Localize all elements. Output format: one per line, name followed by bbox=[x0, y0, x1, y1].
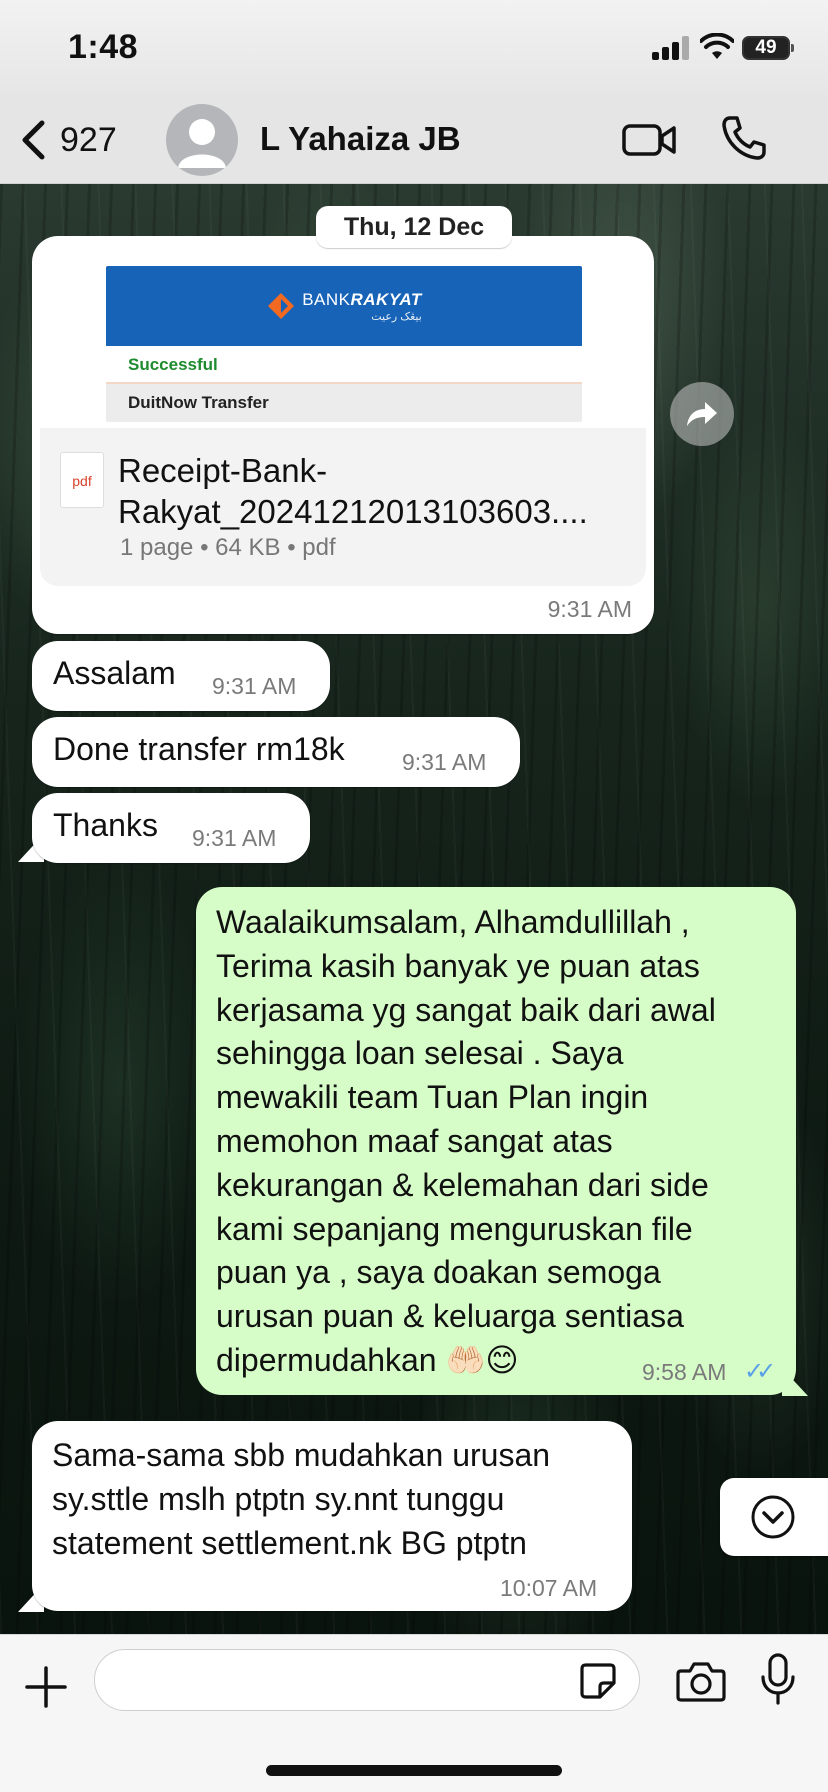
forward-button[interactable] bbox=[670, 382, 734, 446]
composer-bar bbox=[0, 1634, 828, 1792]
incoming-message[interactable]: Thanks 9:31 AM bbox=[32, 793, 310, 863]
status-bar: 1:48 49 bbox=[0, 0, 828, 96]
document-message[interactable]: BANKRAKYAT بيڠک رعيت Successful DuitNow … bbox=[32, 236, 654, 634]
avatar[interactable] bbox=[166, 104, 238, 176]
message-text: Assalam bbox=[53, 655, 176, 691]
incoming-message[interactable]: Done transfer rm18k 9:31 AM bbox=[32, 717, 520, 787]
date-separator: Thu, 12 Dec bbox=[316, 206, 512, 248]
chevron-down-circle-icon bbox=[751, 1495, 795, 1539]
message-time: 9:58 AM bbox=[642, 1359, 727, 1385]
incoming-message[interactable]: Sama-sama sbb mudahkan urusan sy.sttle m… bbox=[32, 1421, 632, 1611]
document-meta: 1 page • 64 KB • pdf bbox=[120, 534, 336, 561]
message-time: 9:31 AM bbox=[547, 596, 632, 622]
microphone-icon[interactable] bbox=[760, 1653, 796, 1705]
forward-arrow-icon bbox=[687, 402, 717, 426]
receipt-transfer-type: DuitNow Transfer bbox=[106, 384, 582, 422]
message-time: 9:31 AM bbox=[212, 673, 297, 699]
document-file-name: Receipt-Bank-Rakyat_20241212013103603...… bbox=[118, 452, 588, 530]
read-receipt-icon: ✓✓ bbox=[744, 1358, 776, 1385]
contact-name[interactable]: L Yahaiza JB bbox=[260, 120, 461, 158]
bank-name-jawi: بيڠک رعيت bbox=[371, 310, 422, 323]
outgoing-message[interactable]: Waalaikumsalam, Alhamdullillah , Terima … bbox=[196, 887, 796, 1395]
home-indicator bbox=[266, 1765, 562, 1776]
battery-icon: 49 bbox=[742, 36, 794, 60]
message-time: 10:07 AM bbox=[500, 1575, 598, 1601]
message-time: 9:31 AM bbox=[402, 749, 487, 775]
scroll-to-bottom-button[interactable] bbox=[720, 1478, 828, 1556]
signal-icon bbox=[652, 36, 690, 60]
unread-count: 927 bbox=[60, 120, 117, 159]
bank-logo: BANKRAKYAT بيڠک رعيت bbox=[266, 290, 422, 323]
sticker-icon[interactable] bbox=[578, 1661, 618, 1701]
bank-name-light: BANK bbox=[302, 289, 351, 309]
camera-icon[interactable] bbox=[676, 1659, 726, 1703]
wifi-icon bbox=[700, 33, 734, 59]
plus-icon[interactable] bbox=[24, 1665, 68, 1709]
message-text: Waalaikumsalam, Alhamdullillah , Terima … bbox=[216, 904, 716, 1378]
bank-name-bold: RAKYAT bbox=[350, 289, 422, 309]
status-time: 1:48 bbox=[68, 28, 139, 66]
receipt-header: BANKRAKYAT بيڠک رعيت bbox=[106, 266, 582, 346]
pdf-file-icon: pdf bbox=[60, 452, 104, 508]
chat-header: 927 L Yahaiza JB bbox=[0, 96, 828, 184]
message-text: Thanks bbox=[53, 807, 158, 843]
message-input[interactable] bbox=[94, 1649, 640, 1711]
video-call-icon[interactable] bbox=[622, 116, 676, 164]
bank-rakyat-logo-icon bbox=[268, 293, 295, 319]
incoming-message[interactable]: Assalam 9:31 AM bbox=[32, 641, 330, 711]
message-text: Sama-sama sbb mudahkan urusan sy.sttle m… bbox=[52, 1437, 551, 1561]
back-button[interactable]: 927 bbox=[20, 116, 117, 164]
receipt-preview[interactable]: BANKRAKYAT بيڠک رعيت Successful DuitNow … bbox=[106, 266, 582, 422]
receipt-status: Successful bbox=[106, 346, 582, 384]
default-avatar-icon bbox=[178, 119, 226, 168]
message-time: 9:31 AM bbox=[192, 825, 277, 851]
message-text: Done transfer rm18k bbox=[53, 731, 345, 767]
phone-icon[interactable] bbox=[720, 114, 768, 162]
chevron-left-icon bbox=[22, 120, 45, 160]
document-info[interactable]: pdf Receipt-Bank-Rakyat_2024121201310360… bbox=[40, 428, 646, 586]
